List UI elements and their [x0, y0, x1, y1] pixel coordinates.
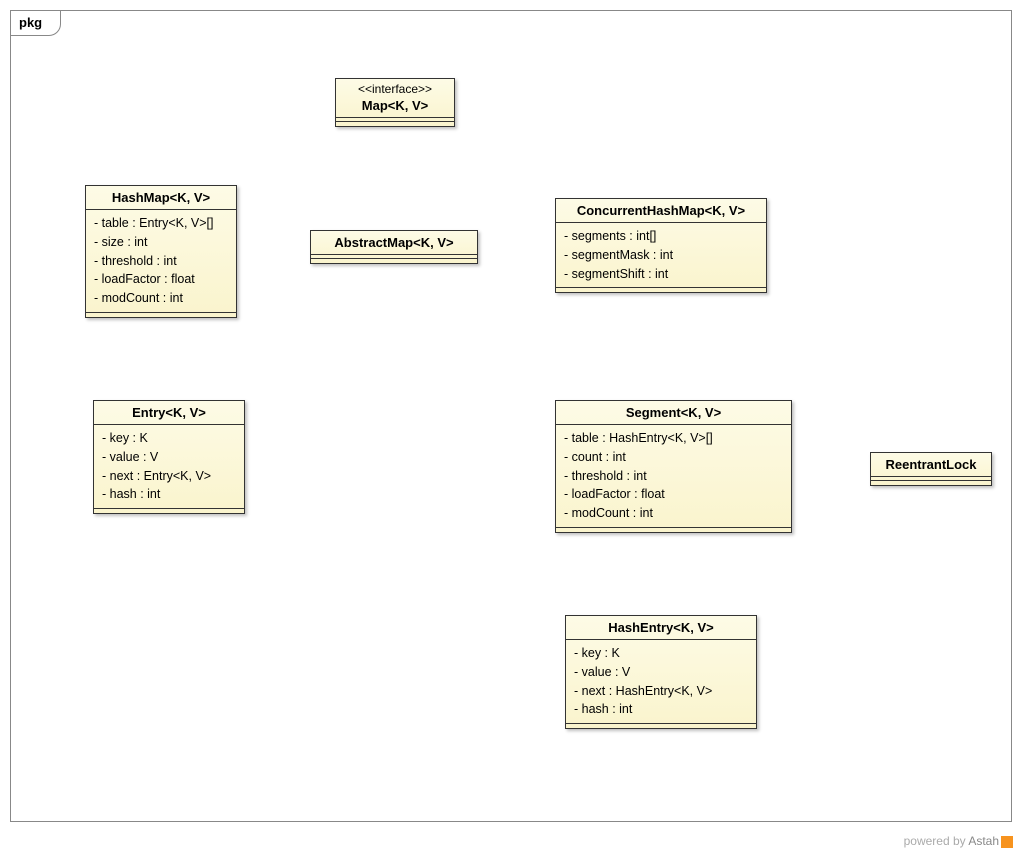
concurrenthashmap-title: ConcurrentHashMap<K, V>	[556, 199, 766, 223]
class-concurrenthashmap[interactable]: ConcurrentHashMap<K, V> - segments : int…	[555, 198, 767, 293]
attr: - table : Entry<K, V>[]	[94, 214, 228, 233]
attr: - hash : int	[574, 700, 748, 719]
abstractmap-title: AbstractMap<K, V>	[311, 231, 477, 255]
attr: - hash : int	[102, 485, 236, 504]
class-map[interactable]: <<interface>> Map<K, V>	[335, 78, 455, 127]
watermark-brand: Astah	[968, 834, 999, 848]
attr: - next : HashEntry<K, V>	[574, 682, 748, 701]
attr: - key : K	[102, 429, 236, 448]
class-reentrantlock[interactable]: ReentrantLock	[870, 452, 992, 486]
class-hashentry[interactable]: HashEntry<K, V> - key : K - value : V - …	[565, 615, 757, 729]
attr: - value : V	[574, 663, 748, 682]
diagram-canvas: pkg <<interface>> Map<K, V> AbstractMap<…	[0, 0, 1025, 852]
hashmap-title: HashMap<K, V>	[86, 186, 236, 210]
attr: - threshold : int	[564, 467, 783, 486]
attr: - table : HashEntry<K, V>[]	[564, 429, 783, 448]
concurrenthashmap-ops	[556, 288, 766, 292]
attr: - loadFactor : float	[564, 485, 783, 504]
class-hashmap[interactable]: HashMap<K, V> - table : Entry<K, V>[] - …	[85, 185, 237, 318]
hashentry-ops	[566, 724, 756, 728]
segment-attrs: - table : HashEntry<K, V>[] - count : in…	[556, 425, 791, 528]
hashentry-attrs: - key : K - value : V - next : HashEntry…	[566, 640, 756, 724]
attr: - next : Entry<K, V>	[102, 467, 236, 486]
segment-ops	[556, 528, 791, 532]
hashentry-title: HashEntry<K, V>	[566, 616, 756, 640]
hashmap-attrs: - table : Entry<K, V>[] - size : int - t…	[86, 210, 236, 313]
map-title: Map<K, V>	[336, 94, 454, 118]
reentrantlock-ops	[871, 481, 991, 485]
attr: - threshold : int	[94, 252, 228, 271]
entry-attrs: - key : K - value : V - next : Entry<K, …	[94, 425, 244, 509]
class-abstractmap[interactable]: AbstractMap<K, V>	[310, 230, 478, 264]
attr: - loadFactor : float	[94, 270, 228, 289]
watermark: powered by Astah	[904, 834, 1013, 848]
attr: - segmentMask : int	[564, 246, 758, 265]
watermark-prefix: powered by	[904, 834, 969, 848]
class-segment[interactable]: Segment<K, V> - table : HashEntry<K, V>[…	[555, 400, 792, 533]
segment-title: Segment<K, V>	[556, 401, 791, 425]
attr: - segmentShift : int	[564, 265, 758, 284]
class-entry[interactable]: Entry<K, V> - key : K - value : V - next…	[93, 400, 245, 514]
reentrantlock-title: ReentrantLock	[871, 453, 991, 477]
attr: - count : int	[564, 448, 783, 467]
attr: - size : int	[94, 233, 228, 252]
map-ops	[336, 122, 454, 126]
entry-title: Entry<K, V>	[94, 401, 244, 425]
astah-icon	[1001, 836, 1013, 848]
concurrenthashmap-attrs: - segments : int[] - segmentMask : int -…	[556, 223, 766, 288]
attr: - value : V	[102, 448, 236, 467]
attr: - segments : int[]	[564, 227, 758, 246]
attr: - modCount : int	[564, 504, 783, 523]
entry-ops	[94, 509, 244, 513]
attr: - modCount : int	[94, 289, 228, 308]
attr: - key : K	[574, 644, 748, 663]
hashmap-ops	[86, 313, 236, 317]
abstractmap-ops	[311, 259, 477, 263]
package-label: pkg	[10, 10, 61, 36]
